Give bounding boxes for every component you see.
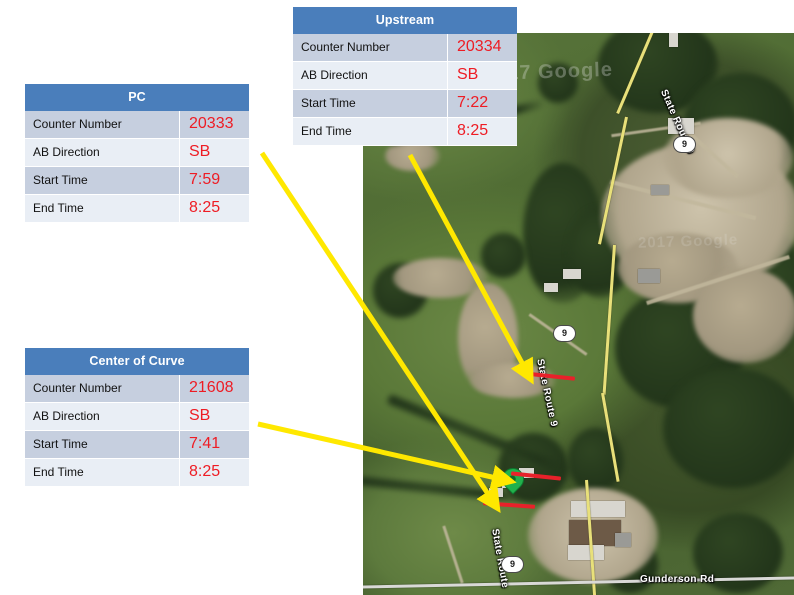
table-upstream: Upstream Counter Number 20334 AB Directi… — [293, 7, 517, 146]
barn — [568, 545, 604, 560]
barn — [571, 501, 625, 517]
row-label: Counter Number — [293, 34, 448, 62]
table-row: Counter Number 20333 — [25, 111, 249, 139]
table-row: Counter Number 21608 — [25, 375, 249, 403]
row-label: Start Time — [25, 430, 180, 459]
building — [544, 283, 558, 292]
table-row: End Time 8:25 — [25, 194, 249, 223]
table-upstream-title: Upstream — [293, 7, 517, 34]
table-row: AB Direction SB — [25, 402, 249, 431]
route-shield-south[interactable]: 9 — [501, 556, 524, 573]
row-value: 7:41 — [179, 430, 249, 459]
row-label: AB Direction — [25, 138, 180, 167]
row-value: SB — [179, 402, 249, 431]
table-row: End Time 8:25 — [25, 458, 249, 487]
row-value: 20333 — [179, 111, 249, 139]
table-pc-title: PC — [25, 84, 249, 111]
building — [638, 269, 660, 283]
row-label: End Time — [293, 117, 448, 146]
google-watermark-2: 2017 Google — [637, 231, 739, 252]
table-center-of-curve-title: Center of Curve — [25, 348, 249, 375]
road-label-gunderson-rd: Gunderson Rd — [640, 574, 715, 585]
row-label: End Time — [25, 458, 180, 487]
table-row: Start Time 7:41 — [25, 430, 249, 459]
row-value: 7:59 — [179, 166, 249, 195]
table-row: Start Time 7:22 — [293, 89, 517, 118]
table-pc: PC Counter Number 20333 AB Direction SB … — [25, 84, 249, 223]
row-value: 8:25 — [179, 194, 249, 223]
row-label: AB Direction — [293, 61, 448, 90]
row-label: Start Time — [293, 89, 448, 118]
route-shield-middle[interactable]: 9 — [553, 325, 576, 342]
building — [651, 185, 669, 195]
table-row: AB Direction SB — [25, 138, 249, 167]
forest-patch — [663, 368, 794, 488]
row-value: 7:22 — [447, 89, 517, 118]
row-label: Start Time — [25, 166, 180, 195]
row-value: SB — [447, 61, 517, 90]
table-center-of-curve: Center of Curve Counter Number 21608 AB … — [25, 348, 249, 487]
table-row: Start Time 7:59 — [25, 166, 249, 195]
row-value: SB — [179, 138, 249, 167]
barn — [569, 520, 621, 546]
row-value: 8:25 — [447, 117, 517, 146]
route-shield-north[interactable]: 9 — [673, 136, 696, 153]
table-row: End Time 8:25 — [293, 117, 517, 146]
row-value: 21608 — [179, 375, 249, 403]
row-label: End Time — [25, 194, 180, 223]
row-label: Counter Number — [25, 111, 180, 139]
forest-patch — [481, 233, 526, 278]
building — [563, 269, 581, 279]
slide-canvas: 2017 Google 2017 Google State Route 9 St… — [0, 0, 794, 595]
row-label: Counter Number — [25, 375, 180, 403]
row-value: 8:25 — [179, 458, 249, 487]
row-label: AB Direction — [25, 402, 180, 431]
table-row: AB Direction SB — [293, 61, 517, 90]
building — [669, 33, 678, 47]
row-value: 20334 — [447, 34, 517, 62]
building — [489, 488, 503, 497]
shed — [615, 533, 631, 547]
table-row: Counter Number 20334 — [293, 34, 517, 62]
